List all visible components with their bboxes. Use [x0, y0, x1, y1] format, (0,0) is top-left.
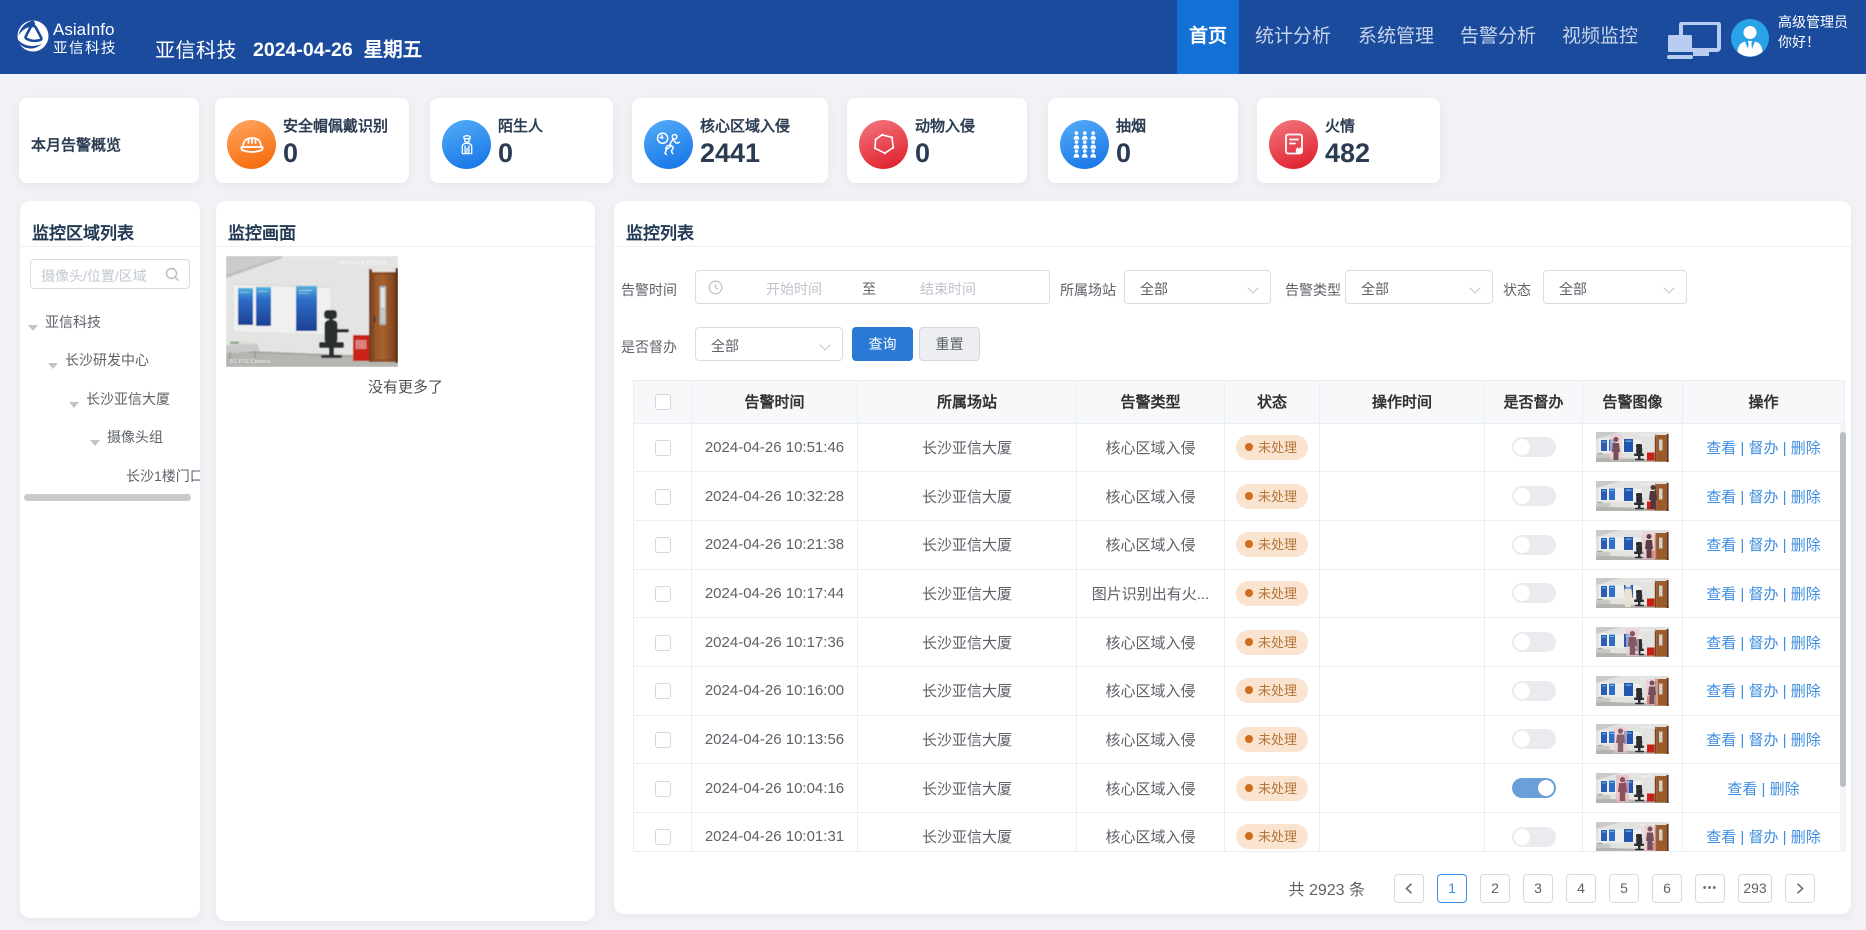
svg-text:2024-04-26 15:28:08: 2024-04-26 15:28:08	[338, 261, 386, 267]
svg-text:AsiaInfo: AsiaInfo	[53, 20, 114, 39]
svg-text:亚信科技: 亚信科技	[53, 40, 117, 57]
svg-text:B1 PTZ Camera: B1 PTZ Camera	[230, 359, 271, 365]
